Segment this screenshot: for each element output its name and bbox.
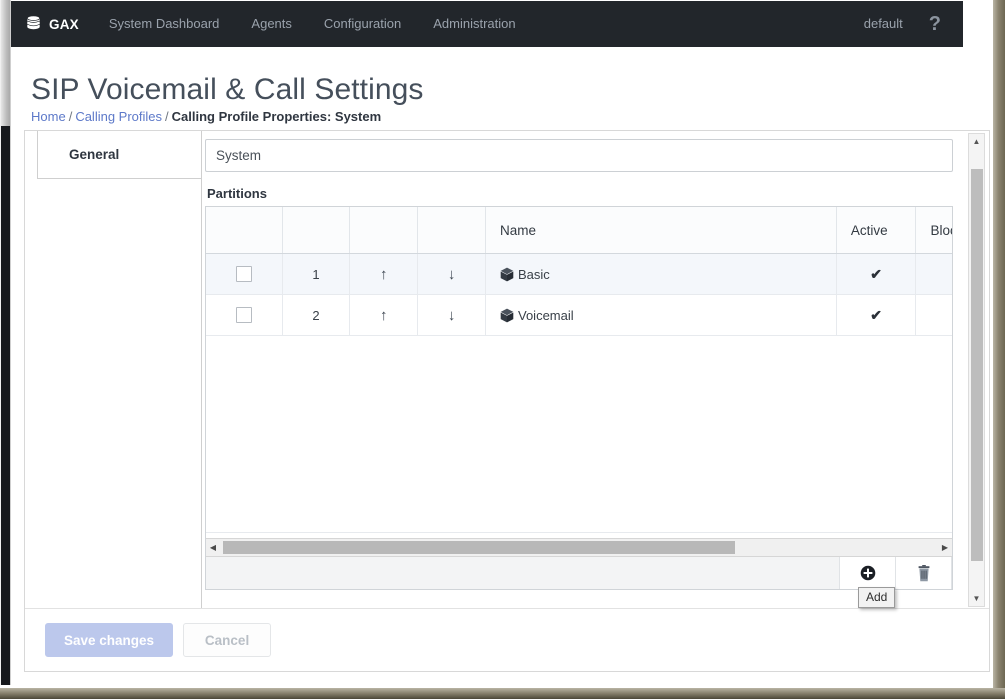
form-content: Name* Partitions <box>205 131 971 590</box>
row-active-cell: ✔ <box>836 254 916 295</box>
partitions-grid: Name Active Block Time Z <box>205 206 953 590</box>
arrow-up-icon[interactable]: ↑ <box>380 307 388 324</box>
table-row[interactable]: 2 ↑ ↓ <box>206 295 952 336</box>
breadcrumb-separator: / <box>162 109 172 124</box>
form-vscroll-thumb[interactable] <box>971 169 983 561</box>
breadcrumb-item-current: Calling Profile Properties: System <box>172 109 382 124</box>
arrow-down-icon[interactable]: ↓ <box>448 307 456 324</box>
top-navbar: GAX System Dashboard Agents Configuratio… <box>11 1 963 47</box>
row-order-cell: 2 <box>282 295 350 336</box>
nav-item-agents[interactable]: Agents <box>235 1 307 47</box>
grid-toolbar <box>206 556 952 589</box>
tab-general-label: General <box>69 147 119 162</box>
cancel-button[interactable]: Cancel <box>183 623 271 657</box>
database-stack-icon <box>25 14 42 34</box>
row-checkbox[interactable] <box>236 307 252 323</box>
row-move-up-cell[interactable]: ↑ <box>350 295 418 336</box>
help-icon[interactable]: ? <box>919 1 957 47</box>
navbar-right-group: default ? <box>848 1 963 47</box>
scroll-up-arrow-icon[interactable]: ▲ <box>969 134 984 149</box>
page-surface: GAX System Dashboard Agents Configuratio… <box>11 0 993 685</box>
scroll-right-arrow-icon[interactable]: ▶ <box>938 539 952 556</box>
row-select-cell[interactable] <box>206 254 282 295</box>
row-move-up-cell[interactable]: ↑ <box>350 254 418 295</box>
check-icon: ✔ <box>870 266 882 282</box>
breadcrumb: Home/Calling Profiles/Calling Profile Pr… <box>31 109 381 124</box>
name-label-text: Name <box>207 131 242 134</box>
action-bar: Save changes Cancel <box>25 608 989 671</box>
scroll-down-arrow-icon[interactable]: ▼ <box>969 591 984 606</box>
breadcrumb-item-calling-profiles[interactable]: Calling Profiles <box>75 109 162 124</box>
table-row[interactable]: 1 ↑ ↓ <box>206 254 952 295</box>
plus-circle-icon <box>860 565 876 581</box>
row-select-cell[interactable] <box>206 295 282 336</box>
grid-empty-area <box>206 336 952 533</box>
nav-item-administration[interactable]: Administration <box>417 1 531 47</box>
tab-general[interactable]: General <box>37 131 202 179</box>
column-header-active[interactable]: Active <box>836 207 916 254</box>
column-header-move-down[interactable] <box>418 207 486 254</box>
page-scrollbar[interactable] <box>0 0 11 688</box>
partitions-label: Partitions <box>207 186 971 201</box>
trash-icon <box>917 565 931 582</box>
row-name-cell[interactable]: Basic <box>486 254 837 295</box>
page-scrollbar-track[interactable] <box>1 126 10 688</box>
grid-horizontal-scrollbar[interactable]: ◀ ▶ <box>206 538 952 556</box>
column-header-name[interactable]: Name <box>486 207 837 254</box>
column-header-block[interactable]: Block <box>916 207 952 254</box>
name-field-label: Name* <box>207 131 971 134</box>
page-title: SIP Voicemail & Call Settings <box>31 73 424 107</box>
grid-hscroll-thumb[interactable] <box>223 541 735 554</box>
arrow-down-icon[interactable]: ↓ <box>448 266 456 283</box>
nav-user-menu[interactable]: default <box>848 1 919 47</box>
add-button[interactable] <box>839 557 895 589</box>
scroll-left-arrow-icon[interactable]: ◀ <box>206 539 220 556</box>
add-button-tooltip: Add <box>858 587 895 608</box>
window-frame: GAX System Dashboard Agents Configuratio… <box>0 0 1005 699</box>
tab-panel-body <box>37 179 202 609</box>
breadcrumb-separator: / <box>66 109 76 124</box>
row-name-cell[interactable]: Voicemail <box>486 295 837 336</box>
form-vertical-scrollbar[interactable]: ▲ ▼ <box>968 133 985 607</box>
row-name-label: Voicemail <box>518 308 574 323</box>
required-marker: * <box>242 131 247 134</box>
column-header-select[interactable] <box>206 207 282 254</box>
window-frame-right <box>993 0 1005 699</box>
brand-gax[interactable]: GAX <box>19 14 93 34</box>
nav-item-system-dashboard[interactable]: System Dashboard <box>93 1 236 47</box>
partitions-table: Name Active Block Time Z <box>206 207 952 336</box>
brand-label: GAX <box>49 17 79 32</box>
breadcrumb-item-home[interactable]: Home <box>31 109 66 124</box>
delete-button[interactable] <box>895 557 952 589</box>
name-input[interactable] <box>205 139 953 172</box>
row-move-down-cell[interactable]: ↓ <box>418 254 486 295</box>
row-block-cell <box>916 295 952 336</box>
grid-viewport: Name Active Block Time Z <box>206 207 952 538</box>
save-changes-button[interactable]: Save changes <box>45 623 173 657</box>
row-block-cell <box>916 254 952 295</box>
row-name-label: Basic <box>518 267 550 282</box>
row-move-down-cell[interactable]: ↓ <box>418 295 486 336</box>
table-header-row: Name Active Block Time Z <box>206 207 952 254</box>
column-header-order[interactable] <box>282 207 350 254</box>
detail-panel: General Name* Partitions <box>24 130 990 672</box>
row-active-cell: ✔ <box>836 295 916 336</box>
cube-icon <box>500 267 514 282</box>
row-order-cell: 1 <box>282 254 350 295</box>
form-scroll-area: Name* Partitions <box>205 131 990 610</box>
window-frame-bottom <box>0 688 1005 699</box>
check-icon: ✔ <box>870 307 882 323</box>
page-scrollbar-thumb[interactable] <box>1 0 10 126</box>
column-header-move-up[interactable] <box>350 207 418 254</box>
cube-icon <box>500 308 514 323</box>
row-checkbox[interactable] <box>236 266 252 282</box>
nav-item-configuration[interactable]: Configuration <box>308 1 417 47</box>
arrow-up-icon[interactable]: ↑ <box>380 266 388 283</box>
